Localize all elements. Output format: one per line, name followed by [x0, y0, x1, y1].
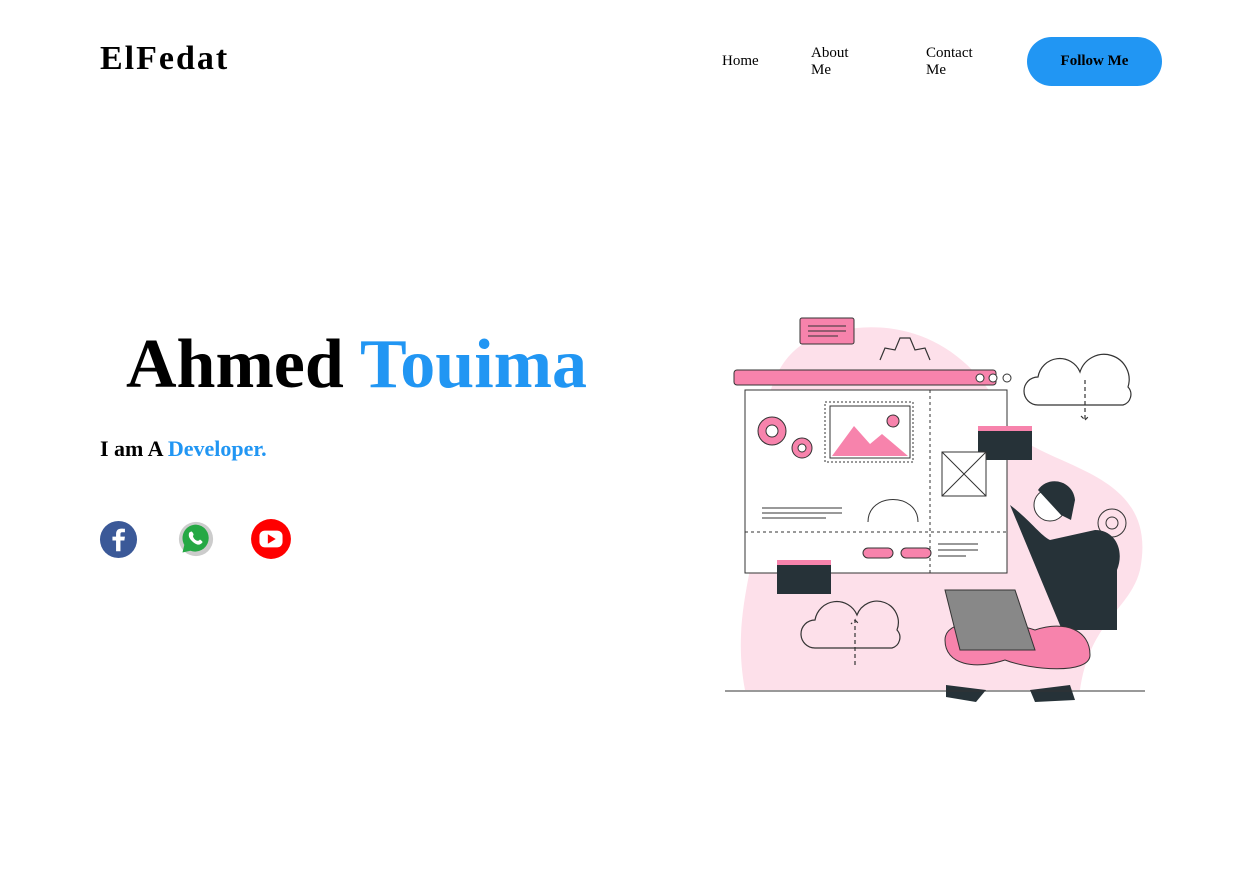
- tagline-prefix: I am A: [100, 436, 163, 461]
- hero-name: Ahmed Touima: [126, 325, 587, 405]
- facebook-icon[interactable]: [99, 520, 138, 559]
- developer-illustration: [725, 317, 1145, 702]
- follow-me-button[interactable]: Follow Me: [1027, 37, 1162, 86]
- logo[interactable]: ElFedat: [100, 40, 229, 78]
- last-name: Touima: [360, 326, 587, 403]
- first-name: Ahmed: [126, 326, 344, 403]
- whatsapp-icon[interactable]: [178, 521, 214, 557]
- nav-contact-me[interactable]: Contact Me: [926, 45, 973, 79]
- tagline: I am A Developer.: [100, 436, 267, 462]
- youtube-icon[interactable]: [250, 518, 292, 560]
- tagline-role: Developer.: [167, 436, 267, 461]
- nav-about-me[interactable]: About Me: [811, 45, 849, 79]
- nav-home[interactable]: Home: [722, 53, 759, 70]
